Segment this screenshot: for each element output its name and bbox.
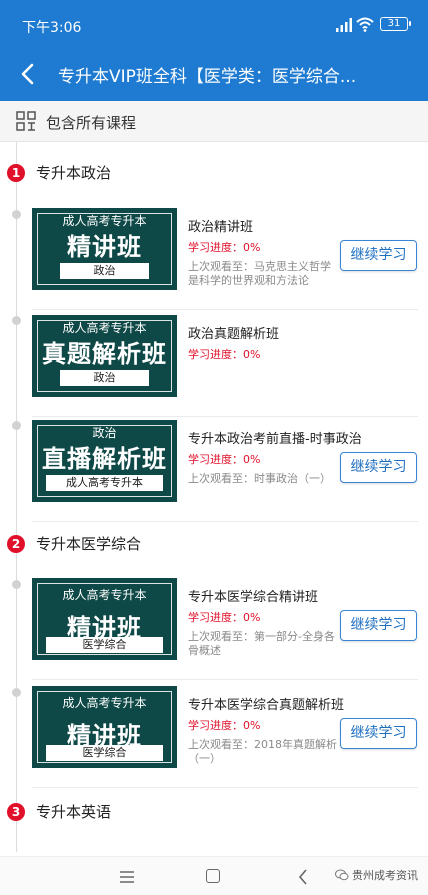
course-thumbnail: 成人高考专升本 精讲班 政治	[32, 208, 177, 290]
signal-icon	[336, 18, 352, 32]
course-progress: 学习进度：0%	[188, 719, 261, 732]
section-title: 专升本政治	[36, 164, 112, 182]
timeline-dot	[12, 316, 21, 325]
timeline-dot	[12, 580, 21, 589]
watermark: 贵州成考资讯	[335, 867, 418, 883]
continue-learning-button[interactable]: 继续学习	[340, 452, 417, 483]
course-card[interactable]: 成人高考专升本 精讲班 医学综合 专升本医学综合真题解析班 学习进度：0% 上次…	[32, 686, 418, 788]
home-icon[interactable]	[206, 869, 220, 883]
course-card[interactable]: 成人高考专升本 精讲班 医学综合 专升本医学综合精讲班 学习进度：0% 上次观看…	[32, 578, 418, 680]
section-medicine: 2 专升本医学综合	[0, 528, 428, 560]
thumb-tag: 政治	[60, 370, 149, 386]
course-progress: 学习进度：0%	[188, 348, 261, 361]
course-thumbnail: 成人高考专升本 精讲班 医学综合	[32, 686, 177, 768]
course-title: 政治真题解析班	[188, 327, 280, 342]
thumb-big-text: 真题解析班	[42, 340, 167, 368]
thumb-top-text: 成人高考专升本	[62, 588, 147, 602]
section-number-badge: 2	[7, 535, 25, 553]
section-title: 专升本英语	[36, 803, 112, 821]
course-title: 政治精讲班	[188, 220, 254, 235]
status-time: 下午3:06	[22, 20, 82, 36]
section-english[interactable]: 3 专升本英语	[0, 796, 428, 828]
timeline-dot	[12, 421, 21, 430]
thumb-big-text: 精讲班	[67, 233, 142, 261]
grid-icon	[16, 111, 36, 131]
wechat-icon	[335, 869, 349, 881]
thumb-big-text: 直播解析班	[42, 445, 167, 473]
wifi-icon	[356, 17, 374, 32]
status-bar: 下午3:06 31	[0, 0, 428, 46]
course-progress: 学习进度：0%	[188, 241, 261, 254]
last-watched: 上次观看至：马克思主义哲学是科学的世界观和方法论	[188, 260, 331, 287]
menu-icon[interactable]	[119, 871, 135, 883]
battery-icon: 31	[380, 17, 411, 31]
course-card[interactable]: 成人高考专升本 精讲班 政治 政治精讲班 学习进度：0% 上次观看至：马克思主义…	[32, 208, 418, 310]
last-watched: 上次观看至：第一部分-全身各骨概述	[188, 630, 335, 657]
continue-learning-button[interactable]: 继续学习	[340, 718, 417, 749]
section-number-badge: 1	[7, 164, 25, 182]
course-title: 专升本医学综合精讲班	[188, 590, 319, 605]
thumb-tag: 成人高考专升本	[46, 475, 163, 491]
system-nav-bar: 贵州成考资讯	[0, 856, 428, 895]
thumb-top-text: 成人高考专升本	[62, 696, 147, 710]
timeline-dot	[12, 210, 21, 219]
section-title: 专升本医学综合	[36, 535, 142, 553]
thumb-tag: 医学综合	[46, 745, 163, 761]
section-politics: 1 专升本政治	[0, 157, 428, 189]
continue-learning-button[interactable]: 继续学习	[340, 610, 417, 641]
contains-all-courses-row[interactable]: 包含所有课程	[0, 101, 428, 142]
section-number-badge: 3	[7, 803, 25, 821]
course-progress: 学习进度：0%	[188, 453, 261, 466]
thumb-tag: 政治	[60, 263, 149, 279]
course-card[interactable]: 政治 直播解析班 成人高考专升本 专升本政治考前直播-时事政治 学习进度：0% …	[32, 420, 418, 522]
continue-learning-button[interactable]: 继续学习	[340, 240, 417, 271]
page-title: 专升本VIP班全科【医学类：医学综合...	[58, 67, 357, 87]
watermark-text: 贵州成考资讯	[352, 869, 418, 882]
timeline-line	[16, 142, 17, 852]
course-title: 专升本政治考前直播-时事政治	[188, 432, 362, 447]
timeline-dot	[12, 688, 21, 697]
app-header: 下午3:06 31 专升本VIP班全科【医学类：医学综合...	[0, 0, 428, 101]
course-progress: 学习进度：0%	[188, 611, 261, 624]
last-watched: 上次观看至：2018年真题解析（一）	[188, 738, 337, 765]
thumb-tag: 医学综合	[46, 637, 163, 653]
course-title: 专升本医学综合真题解析班	[188, 698, 345, 713]
last-watched: 上次观看至：时事政治（一）	[188, 472, 331, 485]
contains-all-courses-label: 包含所有课程	[46, 114, 137, 132]
back-arrow-icon[interactable]	[14, 60, 42, 88]
back-icon[interactable]	[298, 869, 308, 885]
course-card[interactable]: 成人高考专升本 真题解析班 政治 政治真题解析班 学习进度：0%	[32, 315, 418, 417]
course-thumbnail: 成人高考专升本 真题解析班 政治	[32, 315, 177, 397]
nav-bar: 专升本VIP班全科【医学类：医学综合...	[0, 46, 428, 101]
course-thumbnail: 成人高考专升本 精讲班 医学综合	[32, 578, 177, 660]
course-thumbnail: 政治 直播解析班 成人高考专升本	[32, 420, 177, 502]
